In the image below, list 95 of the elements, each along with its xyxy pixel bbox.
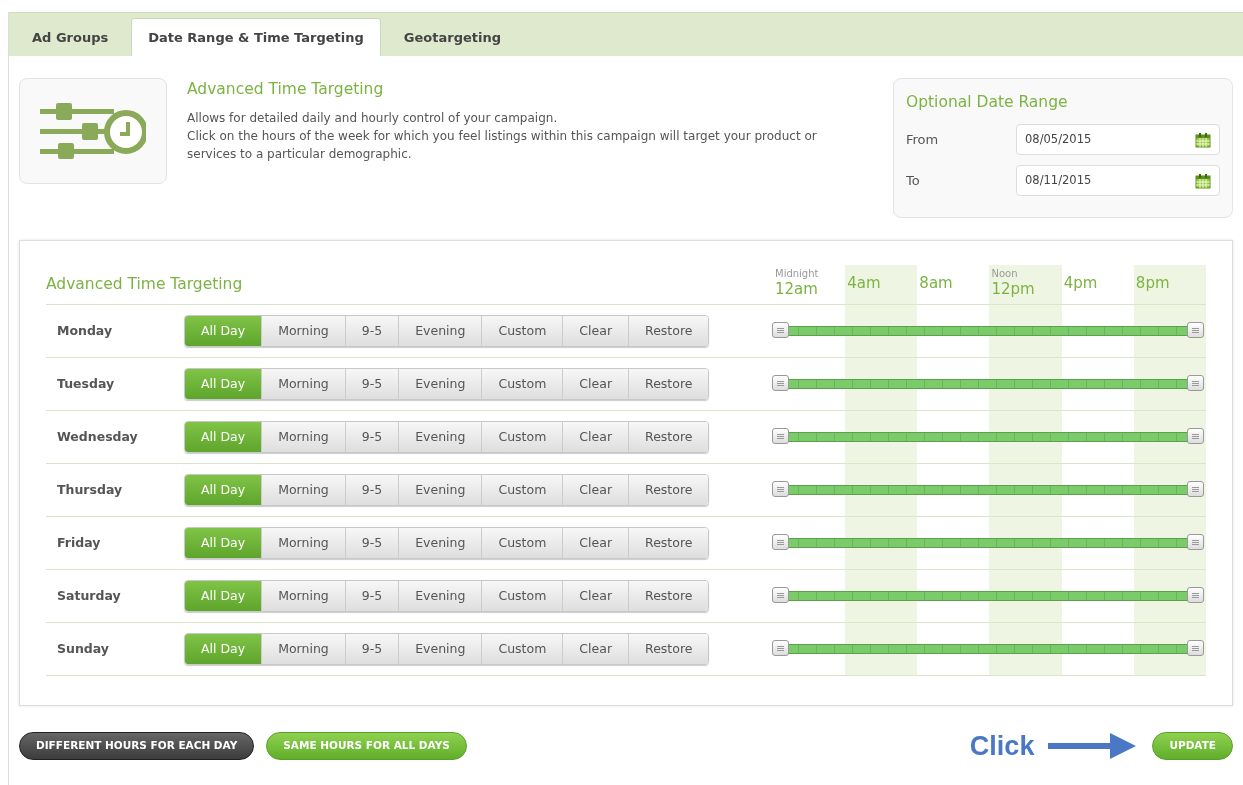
day-label: Saturday <box>56 586 122 605</box>
preset-button[interactable]: Custom <box>481 422 563 452</box>
slider-handle[interactable] <box>772 534 789 550</box>
range-slider[interactable] <box>771 375 1204 393</box>
slider-handle[interactable] <box>1187 640 1204 656</box>
preset-button[interactable]: Restore <box>628 422 709 452</box>
preset-button[interactable]: Custom <box>481 316 563 346</box>
preset-button[interactable]: 9-5 <box>344 634 399 664</box>
tab[interactable]: Ad Groups <box>15 18 126 56</box>
preset-button[interactable]: Morning <box>261 422 345 452</box>
section-title: Advanced Time Targeting <box>187 79 385 100</box>
preset-button[interactable]: Morning <box>261 316 345 346</box>
slider-handle[interactable] <box>1187 534 1204 550</box>
preset-button[interactable]: Evening <box>398 475 482 505</box>
tab[interactable]: Geotargeting <box>386 18 518 56</box>
calendar-icon[interactable] <box>1195 131 1211 148</box>
field-label: To <box>906 172 921 190</box>
preset-button[interactable]: Custom <box>481 475 563 505</box>
day-label: Sunday <box>56 639 110 658</box>
slider-handle[interactable] <box>772 322 789 338</box>
slider-handle[interactable] <box>772 587 789 603</box>
description-text: Click on the hours of the week for which you feel listings within this campaign will target your product or services to a particular demographic. <box>187 128 818 164</box>
preset-button[interactable]: Morning <box>261 634 345 664</box>
preset-button[interactable]: Evening <box>398 528 482 558</box>
preset-button[interactable]: Custom <box>481 528 563 558</box>
preset-button[interactable]: 9-5 <box>344 475 399 505</box>
preset-button[interactable]: Restore <box>628 634 709 664</box>
day-label: Wednesday <box>56 427 139 446</box>
preset-button[interactable]: Custom <box>481 581 563 611</box>
day-label: Thursday <box>56 480 124 499</box>
range-slider[interactable] <box>771 428 1204 446</box>
preset-button[interactable]: Restore <box>628 581 709 611</box>
slider-handle[interactable] <box>1187 322 1204 338</box>
sliders-clock-icon <box>40 103 146 159</box>
hour-label: 8am <box>919 274 953 292</box>
day-label: Friday <box>56 533 102 552</box>
preset-button[interactable]: Evening <box>398 634 482 664</box>
hour-label: 12am <box>775 280 818 298</box>
slider-handle[interactable] <box>1187 481 1204 497</box>
tab[interactable]: Date Range & Time Targeting <box>131 18 381 56</box>
preset-button[interactable]: Clear <box>562 581 629 611</box>
preset-button[interactable]: Morning <box>261 528 345 558</box>
action-button[interactable]: DIFFERENT HOURS FOR EACH DAY <box>19 732 255 761</box>
slider-handle[interactable] <box>1187 375 1204 391</box>
day-label: Tuesday <box>56 374 116 393</box>
range-slider[interactable] <box>771 640 1204 658</box>
section-title: Advanced Time Targeting <box>46 273 243 295</box>
preset-button[interactable]: 9-5 <box>344 581 399 611</box>
time-caption: Midnight <box>774 268 820 280</box>
preset-button[interactable]: Morning <box>261 369 345 399</box>
preset-button[interactable]: 9-5 <box>344 528 399 558</box>
preset-button[interactable]: Custom <box>481 369 563 399</box>
preset-button[interactable]: Clear <box>562 422 629 452</box>
slider-handle[interactable] <box>1187 428 1204 444</box>
slider-handle[interactable] <box>772 375 789 391</box>
hour-label: 4am <box>847 274 881 292</box>
date-field[interactable]: 08/11/2015 <box>1016 165 1220 197</box>
preset-button[interactable]: Morning <box>261 475 345 505</box>
preset-button[interactable]: 9-5 <box>344 422 399 452</box>
time-caption: Noon <box>990 268 1019 280</box>
preset-button[interactable]: Evening <box>398 581 482 611</box>
slider-handle[interactable] <box>772 481 789 497</box>
hour-label: 4pm <box>1063 274 1098 292</box>
day-label: Monday <box>56 321 114 340</box>
preset-button[interactable]: Clear <box>562 528 629 558</box>
date-range-title: Optional Date Range <box>906 92 1069 113</box>
preset-button[interactable]: Restore <box>628 528 709 558</box>
range-slider[interactable] <box>771 587 1204 605</box>
range-slider[interactable] <box>771 322 1204 340</box>
range-slider[interactable] <box>771 481 1204 499</box>
slider-handle[interactable] <box>772 428 789 444</box>
range-slider[interactable] <box>771 534 1204 552</box>
preset-button[interactable]: Restore <box>628 475 709 505</box>
date-field[interactable]: 08/05/2015 <box>1016 124 1220 156</box>
hint-text: Click <box>969 730 1035 763</box>
preset-button[interactable]: Evening <box>398 422 482 452</box>
preset-button[interactable]: Morning <box>261 581 345 611</box>
preset-button[interactable]: Clear <box>562 634 629 664</box>
field-label: From <box>906 131 940 149</box>
preset-button[interactable]: Clear <box>562 475 629 505</box>
description-text: Allows for detailed daily and hourly control of your campaign. <box>187 110 559 128</box>
preset-button[interactable]: 9-5 <box>344 316 399 346</box>
preset-button[interactable]: Evening <box>398 369 482 399</box>
preset-button[interactable]: Custom <box>481 634 563 664</box>
preset-button[interactable]: Evening <box>398 316 482 346</box>
preset-button[interactable]: Clear <box>562 316 629 346</box>
hour-label: 8pm <box>1135 274 1170 292</box>
preset-button[interactable]: 9-5 <box>344 369 399 399</box>
slider-handle[interactable] <box>1187 587 1204 603</box>
preset-button[interactable]: Restore <box>628 316 709 346</box>
slider-handle[interactable] <box>772 640 789 656</box>
preset-button[interactable]: Clear <box>562 369 629 399</box>
hour-label: 12pm <box>991 280 1035 298</box>
preset-button[interactable]: Restore <box>628 369 709 399</box>
calendar-icon[interactable] <box>1195 172 1211 189</box>
